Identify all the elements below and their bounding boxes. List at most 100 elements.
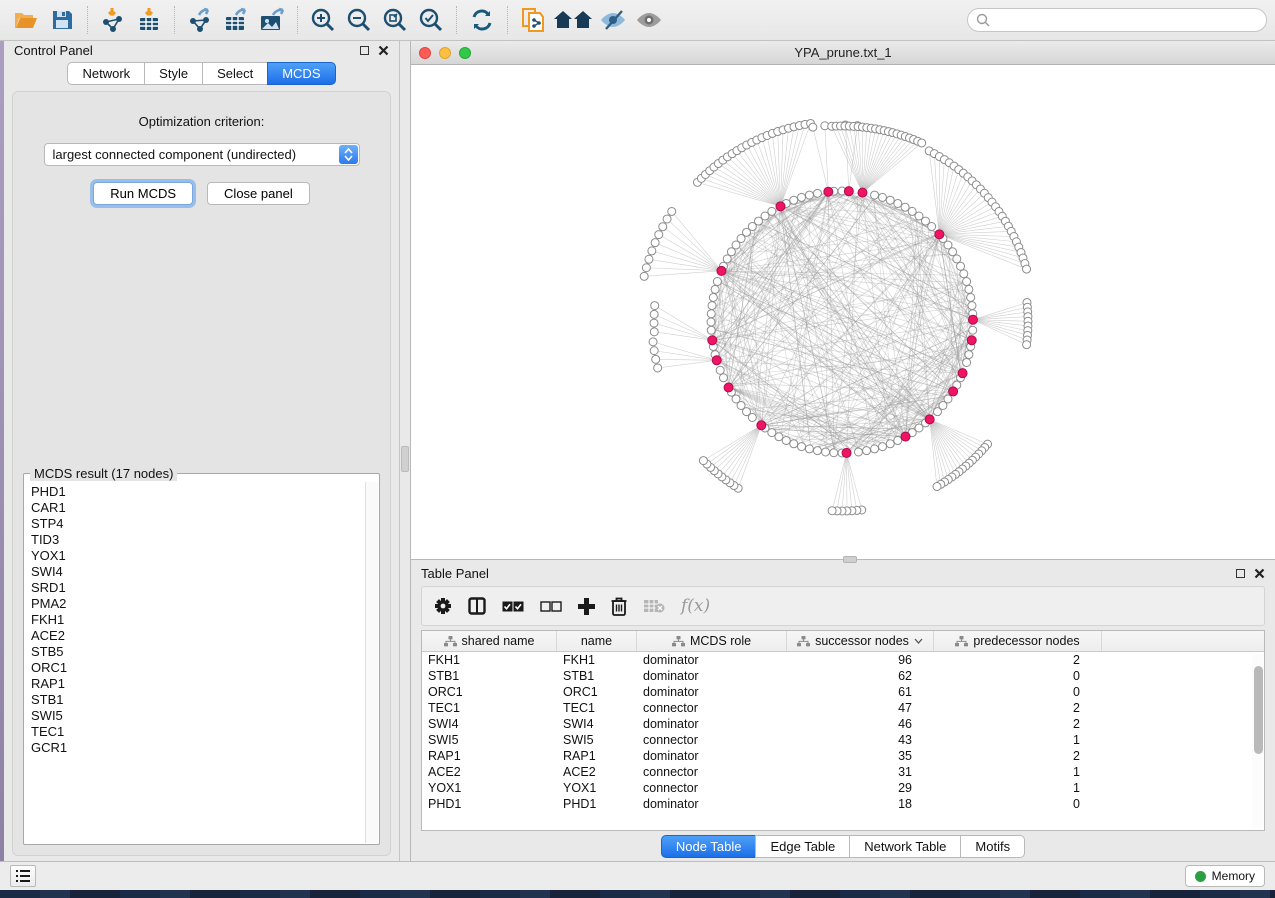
table-row[interactable]: SWI5SWI5connector431 — [422, 732, 1264, 748]
network-node[interactable] — [830, 449, 838, 457]
network-node[interactable] — [969, 326, 977, 334]
tab-network-table[interactable]: Network Table — [849, 835, 961, 858]
hide-selected-button[interactable] — [595, 4, 631, 36]
import-table-button[interactable] — [131, 4, 167, 36]
network-node[interactable] — [707, 310, 715, 318]
network-node[interactable] — [813, 189, 821, 197]
column-header-MCDS-role[interactable]: MCDS role — [637, 631, 787, 651]
zoom-out-button[interactable] — [341, 4, 377, 36]
mcds-hub-node[interactable] — [757, 421, 766, 430]
mcds-result-item[interactable]: CAR1 — [31, 500, 359, 516]
create-column-button[interactable] — [578, 598, 595, 615]
network-node[interactable] — [668, 207, 676, 215]
network-node[interactable] — [963, 278, 971, 286]
network-node[interactable] — [654, 364, 662, 372]
mcds-result-item[interactable]: PMA2 — [31, 596, 359, 612]
network-node[interactable] — [878, 443, 886, 451]
mcds-result-item[interactable]: STB1 — [31, 692, 359, 708]
network-node[interactable] — [1023, 265, 1031, 273]
network-node[interactable] — [723, 255, 731, 263]
mcds-result-item[interactable]: SRD1 — [31, 580, 359, 596]
mcds-result-item[interactable]: YOX1 — [31, 548, 359, 564]
network-node[interactable] — [854, 448, 862, 456]
mcds-hub-node[interactable] — [858, 188, 867, 197]
mcds-result-item[interactable]: SWI5 — [31, 708, 359, 724]
network-node[interactable] — [650, 319, 658, 327]
network-node[interactable] — [965, 285, 973, 293]
network-node[interactable] — [953, 255, 961, 263]
close-window-traffic-light[interactable] — [419, 47, 431, 59]
network-node[interactable] — [894, 199, 902, 207]
zoom-in-button[interactable] — [305, 4, 341, 36]
network-node[interactable] — [782, 437, 790, 445]
tab-motifs[interactable]: Motifs — [960, 835, 1025, 858]
run-mcds-button[interactable]: Run MCDS — [93, 182, 193, 205]
mcds-hub-node[interactable] — [708, 336, 717, 345]
table-row[interactable]: ACE2ACE2connector311 — [422, 764, 1264, 780]
splitter-grip[interactable] — [401, 446, 409, 472]
network-node[interactable] — [822, 448, 830, 456]
mcds-hub-node[interactable] — [901, 432, 910, 441]
network-node[interactable] — [663, 215, 671, 223]
network-node[interactable] — [708, 302, 716, 310]
network-node[interactable] — [648, 247, 656, 255]
horizontal-splitter-grip[interactable] — [843, 556, 857, 563]
network-node[interactable] — [645, 255, 653, 263]
network-node[interactable] — [965, 351, 973, 359]
mcds-hub-node[interactable] — [712, 356, 721, 365]
mcds-hub-node[interactable] — [844, 187, 853, 196]
network-node[interactable] — [1023, 341, 1031, 349]
mcds-hub-node[interactable] — [824, 187, 833, 196]
network-node[interactable] — [928, 223, 936, 231]
network-node[interactable] — [949, 248, 957, 256]
column-header-shared-name[interactable]: shared name — [422, 631, 557, 651]
network-node[interactable] — [963, 358, 971, 366]
network-node[interactable] — [886, 196, 894, 204]
tab-mcds[interactable]: MCDS — [267, 62, 335, 85]
refresh-button[interactable] — [464, 4, 500, 36]
mcds-result-item[interactable]: GCR1 — [31, 740, 359, 756]
network-node[interactable] — [967, 293, 975, 301]
float-table-panel-icon[interactable] — [1236, 569, 1245, 578]
mcds-result-item[interactable]: TID3 — [31, 532, 359, 548]
export-table-button[interactable] — [218, 4, 254, 36]
mcds-hub-node[interactable] — [958, 369, 967, 378]
network-node[interactable] — [809, 123, 817, 131]
network-node[interactable] — [707, 326, 715, 334]
network-node[interactable] — [650, 347, 658, 355]
mcds-hub-node[interactable] — [842, 448, 851, 457]
network-node[interactable] — [798, 193, 806, 201]
vertical-splitter[interactable] — [400, 41, 410, 861]
column-header-successor-nodes[interactable]: successor nodes — [787, 631, 934, 651]
mcds-hub-node[interactable] — [968, 315, 977, 324]
network-node[interactable] — [918, 139, 926, 147]
network-node[interactable] — [790, 196, 798, 204]
network-node[interactable] — [871, 445, 879, 453]
mcds-result-item[interactable]: FKH1 — [31, 612, 359, 628]
network-node[interactable] — [933, 408, 941, 416]
open-file-button[interactable] — [8, 4, 44, 36]
network-node[interactable] — [650, 328, 658, 336]
export-image-button[interactable] — [254, 4, 290, 36]
column-header-name[interactable]: name — [557, 631, 637, 651]
mcds-result-item[interactable]: ORC1 — [31, 660, 359, 676]
import-network-button[interactable] — [95, 4, 131, 36]
network-window-titlebar[interactable]: YPA_prune.txt_1 — [411, 41, 1275, 65]
network-node[interactable] — [711, 285, 719, 293]
network-node[interactable] — [960, 270, 968, 278]
mcds-hub-node[interactable] — [949, 387, 958, 396]
table-row[interactable]: YOX1YOX1connector291 — [422, 780, 1264, 796]
maximize-window-traffic-light[interactable] — [459, 47, 471, 59]
network-node[interactable] — [813, 447, 821, 455]
show-column-panel-button[interactable] — [468, 597, 486, 615]
select-all-button[interactable] — [502, 601, 524, 612]
network-node[interactable] — [655, 231, 663, 239]
table-row[interactable]: SWI4SWI4dominator462 — [422, 716, 1264, 732]
mcds-result-item[interactable]: STB5 — [31, 644, 359, 660]
memory-button[interactable]: Memory — [1185, 865, 1265, 887]
network-node[interactable] — [878, 193, 886, 201]
mcds-result-item[interactable]: TEC1 — [31, 724, 359, 740]
network-node[interactable] — [828, 507, 836, 515]
table-row[interactable]: TEC1TEC1connector472 — [422, 700, 1264, 716]
close-panel-icon[interactable] — [378, 45, 389, 56]
